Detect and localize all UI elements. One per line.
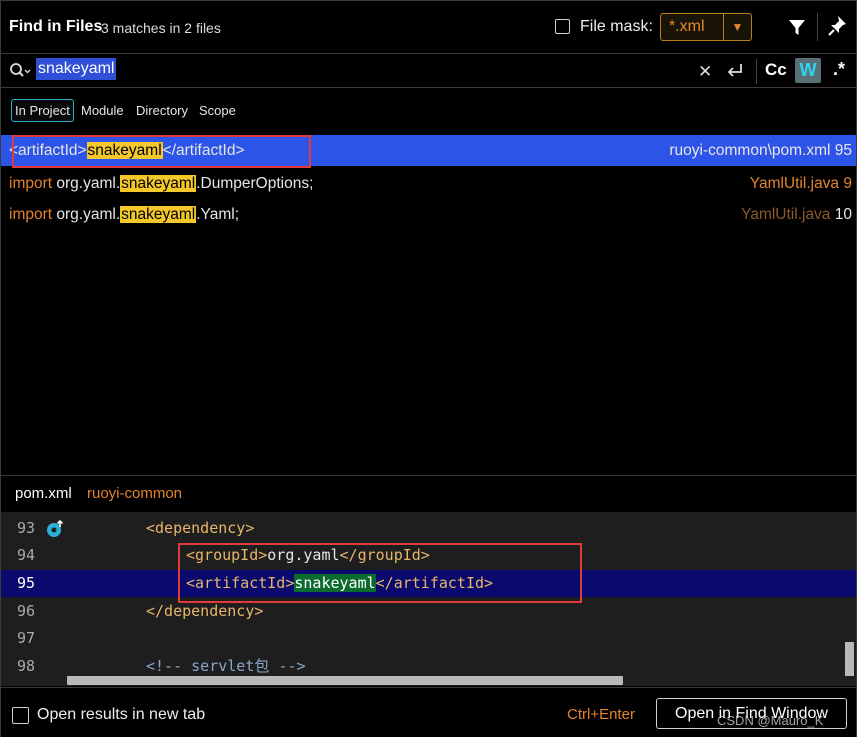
- result-location: YamlUtil.java 9: [749, 175, 852, 192]
- line-number: 93: [17, 519, 36, 537]
- preview-header: pom.xml ruoyi-common: [1, 475, 856, 512]
- result-location: ruoyi-common\pom.xml 95: [669, 142, 852, 159]
- tab-in-project[interactable]: In Project: [11, 99, 74, 122]
- search-input[interactable]: snakeyaml: [36, 58, 117, 80]
- result-location: YamlUtil.java 10: [741, 206, 852, 223]
- pin-icon[interactable]: [825, 13, 849, 39]
- code-line: 97: [1, 625, 856, 652]
- preview-module-name: ruoyi-common: [87, 485, 183, 502]
- code-tag: <dependency>: [146, 519, 255, 537]
- match-count: 3 matches in 2 files: [101, 20, 221, 36]
- open-in-new-tab-checkbox[interactable]: [12, 707, 29, 724]
- line-number: 98: [17, 657, 36, 675]
- tab-directory[interactable]: Directory: [136, 103, 188, 118]
- file-mask-value[interactable]: *.xml: [669, 18, 705, 36]
- find-in-files-dialog: Find in Files 3 matches in 2 files File …: [0, 0, 857, 737]
- regex-button[interactable]: .*: [833, 59, 845, 80]
- toolbar-divider: [817, 13, 818, 41]
- horizontal-scrollbar[interactable]: [67, 676, 623, 685]
- dialog-header: Find in Files 3 matches in 2 files File …: [1, 1, 856, 54]
- vertical-scrollbar[interactable]: [845, 642, 854, 676]
- search-icon[interactable]: [9, 62, 31, 80]
- tab-scope[interactable]: Scope: [199, 103, 236, 118]
- result-code: import org.yaml.snakeyaml.DumperOptions;: [9, 175, 314, 192]
- shortcut-hint: Ctrl+Enter: [567, 706, 635, 723]
- line-number: 94: [17, 546, 36, 564]
- preview-file-name: pom.xml: [15, 485, 72, 502]
- result-code: import org.yaml.snakeyaml.Yaml;: [9, 206, 240, 223]
- close-icon[interactable]: ✕: [698, 62, 712, 82]
- search-divider: [756, 59, 757, 84]
- open-in-new-tab-label[interactable]: Open results in new tab: [37, 706, 205, 724]
- file-mask-label[interactable]: File mask:: [580, 18, 653, 36]
- navigate-to-parent-icon[interactable]: [45, 519, 65, 539]
- match-highlight: snakeyaml: [120, 206, 197, 223]
- search-row: snakeyaml ✕ Cc W .*: [1, 54, 856, 88]
- filter-icon[interactable]: [787, 15, 807, 39]
- chevron-down-icon[interactable]: ▼: [723, 14, 751, 40]
- match-highlight: snakeyaml: [120, 175, 197, 192]
- line-number: 97: [17, 629, 36, 647]
- file-mask-checkbox[interactable]: [555, 19, 570, 34]
- code-preview[interactable]: 93 <dependency> 94 <groupId>org.yaml</gr…: [1, 512, 856, 686]
- scope-tabs: In Project Module Directory Scope: [1, 96, 856, 132]
- annotation-box: [178, 543, 582, 603]
- annotation-box: [12, 135, 311, 168]
- new-line-icon[interactable]: [725, 61, 745, 81]
- dialog-footer: Open results in new tab Ctrl+Enter Open …: [1, 687, 856, 737]
- line-number: 95: [17, 574, 36, 592]
- result-row[interactable]: import org.yaml.snakeyaml.Yaml; YamlUtil…: [1, 199, 856, 230]
- dialog-title: Find in Files: [9, 18, 103, 35]
- watermark: CSDN @Mauro_K: [717, 713, 824, 728]
- whole-words-button[interactable]: W: [795, 58, 821, 83]
- tab-module[interactable]: Module: [81, 103, 124, 118]
- results-list: <artifactId>snakeyaml</artifactId> ruoyi…: [1, 135, 856, 475]
- code-line: 93 <dependency>: [1, 515, 856, 542]
- file-mask-select[interactable]: *.xml ▼: [660, 13, 752, 41]
- match-case-button[interactable]: Cc: [765, 60, 787, 80]
- line-number: 96: [17, 602, 36, 620]
- result-row[interactable]: import org.yaml.snakeyaml.DumperOptions;…: [1, 168, 856, 199]
